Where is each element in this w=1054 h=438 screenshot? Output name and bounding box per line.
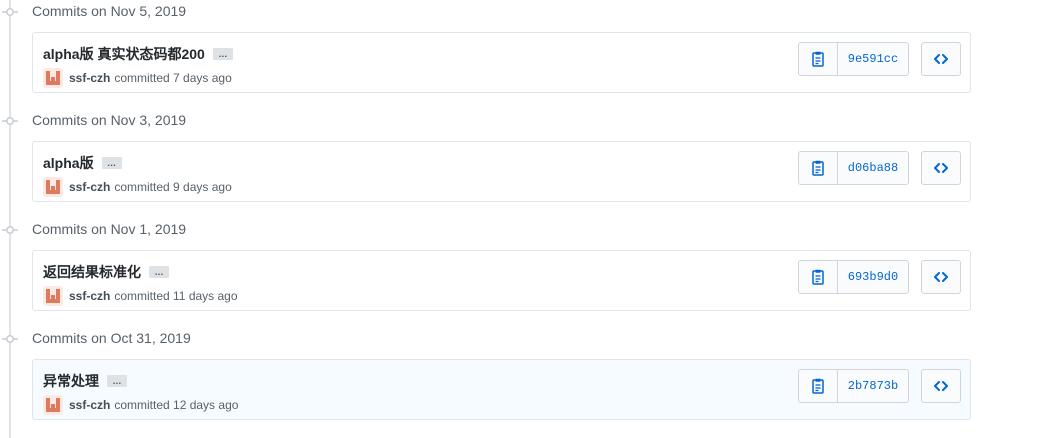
browse-repository-button[interactable] bbox=[921, 42, 961, 76]
author-link[interactable]: ssf-czh bbox=[69, 180, 110, 194]
commit-item: 异常处理 … ssf-czh committed 12 days ago 2b7… bbox=[32, 359, 971, 420]
sha-button-group: 9e591cc bbox=[798, 42, 909, 76]
expand-message-button[interactable]: … bbox=[101, 157, 122, 169]
avatar[interactable] bbox=[43, 286, 63, 306]
copy-sha-button[interactable] bbox=[799, 152, 838, 184]
avatar[interactable] bbox=[43, 395, 63, 415]
author-link[interactable]: ssf-czh bbox=[69, 289, 110, 303]
commit-time: committed 7 days ago bbox=[114, 71, 232, 85]
commit-item: 返回结果标准化 … ssf-czh committed 11 days ago … bbox=[32, 250, 971, 311]
clipboard-icon bbox=[812, 269, 824, 285]
clipboard-icon bbox=[812, 160, 824, 176]
expand-message-button[interactable]: … bbox=[107, 375, 127, 387]
commit-sha-link[interactable]: 693b9d0 bbox=[838, 261, 908, 293]
clipboard-icon bbox=[812, 378, 824, 394]
commit-message-link[interactable]: alpha版 真实状态码都200 bbox=[43, 44, 205, 64]
commit-item: alpha版 … ssf-czh committed 9 days ago d0… bbox=[32, 141, 971, 202]
timeline-line bbox=[9, 0, 11, 438]
browse-repository-button[interactable] bbox=[921, 260, 961, 294]
sha-button-group: 2b7873b bbox=[798, 369, 909, 403]
expand-message-button[interactable]: … bbox=[149, 266, 169, 278]
code-icon bbox=[934, 272, 948, 282]
commit-time: committed 12 days ago bbox=[114, 398, 239, 412]
commit-message-link[interactable]: 异常处理 bbox=[43, 371, 99, 391]
copy-sha-button[interactable] bbox=[799, 43, 838, 75]
commit-dot-icon bbox=[2, 335, 18, 343]
copy-sha-button[interactable] bbox=[799, 261, 838, 293]
code-icon bbox=[934, 163, 948, 173]
sha-button-group: d06ba88 bbox=[798, 151, 909, 185]
commit-message-link[interactable]: 返回结果标准化 bbox=[43, 262, 141, 282]
avatar[interactable] bbox=[43, 68, 63, 88]
group-date-title: Commits on Nov 5, 2019 bbox=[32, 3, 187, 19]
code-icon bbox=[934, 54, 948, 64]
group-date-title: Commits on Nov 3, 2019 bbox=[32, 112, 187, 128]
author-link[interactable]: ssf-czh bbox=[69, 398, 110, 412]
commit-time: committed 11 days ago bbox=[114, 289, 238, 303]
commit-dot-icon bbox=[2, 8, 18, 16]
clipboard-icon bbox=[812, 51, 824, 67]
code-icon bbox=[934, 381, 948, 391]
browse-repository-button[interactable] bbox=[921, 151, 961, 185]
commit-message-link[interactable]: alpha版 bbox=[43, 153, 94, 173]
group-date-title: Commits on Oct 31, 2019 bbox=[32, 330, 191, 346]
group-date-title: Commits on Nov 1, 2019 bbox=[32, 221, 187, 237]
expand-message-button[interactable]: … bbox=[212, 48, 233, 60]
commit-sha-link[interactable]: 2b7873b bbox=[838, 370, 908, 402]
commit-dot-icon bbox=[2, 117, 18, 125]
commit-sha-link[interactable]: 9e591cc bbox=[838, 43, 908, 75]
commit-dot-icon bbox=[2, 226, 18, 234]
browse-repository-button[interactable] bbox=[921, 369, 961, 403]
avatar[interactable] bbox=[43, 177, 63, 197]
sha-button-group: 693b9d0 bbox=[798, 260, 909, 294]
commit-time: committed 9 days ago bbox=[114, 180, 232, 194]
copy-sha-button[interactable] bbox=[799, 370, 838, 402]
commit-sha-link[interactable]: d06ba88 bbox=[838, 152, 908, 184]
commit-item: alpha版 真实状态码都200 … ssf-czh committed 7 d… bbox=[32, 32, 971, 93]
author-link[interactable]: ssf-czh bbox=[69, 71, 110, 85]
